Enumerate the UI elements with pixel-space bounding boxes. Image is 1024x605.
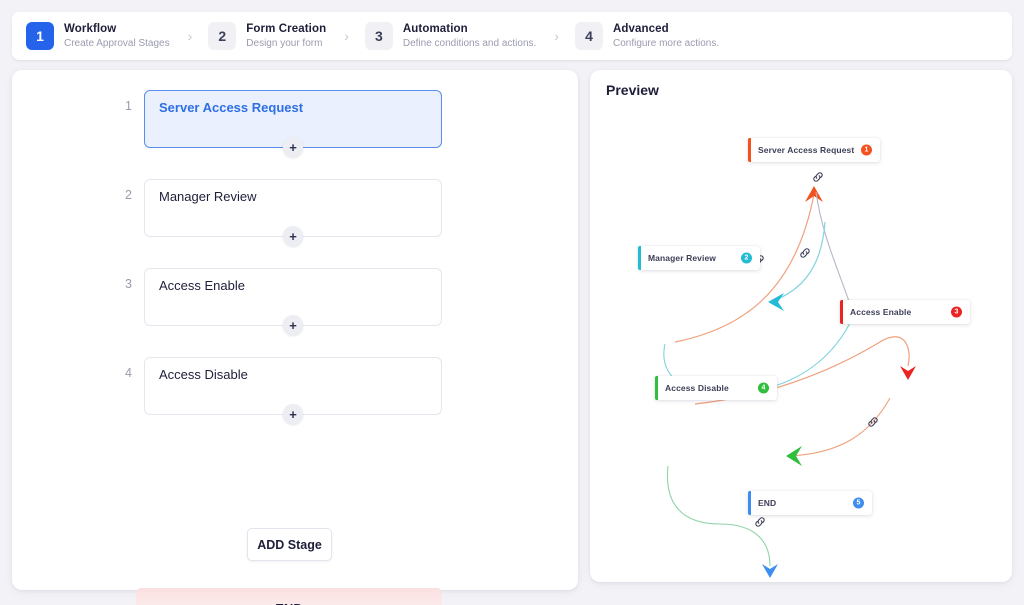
node-badge: 2 [741,253,752,264]
node-label: Server Access Request [758,145,854,155]
node-badge: 4 [758,383,769,394]
preview-node-manager-review[interactable]: Manager Review 2 [638,246,760,270]
node-label: END [758,498,776,508]
step-separator-icon: › [188,28,193,44]
stage-card-access-enable[interactable]: Access Enable + [144,268,442,326]
stage-name: Access Disable [159,367,427,382]
step-advanced[interactable]: 4 Advanced Configure more actions. [575,22,719,50]
stage-row[interactable]: 2 Manager Review + [112,179,442,237]
step-sub-form-creation: Design your form [246,38,326,50]
link-icon[interactable] [753,515,767,529]
stage-row[interactable]: 1 Server Access Request + [112,90,442,148]
step-badge-3: 3 [365,22,393,50]
step-title-form-creation: Form Creation [246,23,326,36]
stage-number: 4 [112,366,132,380]
add-stage-below-icon[interactable]: + [283,137,303,157]
node-badge: 1 [861,145,872,156]
link-icon[interactable] [866,415,880,429]
stage-row[interactable]: 3 Access Enable + [112,268,442,326]
node-badge: 5 [853,498,864,509]
add-stage-below-icon[interactable]: + [283,315,303,335]
step-sub-automation: Define conditions and actions. [403,38,536,50]
stage-editor-panel: 1 Server Access Request + 2 Manager Revi… [12,70,578,590]
node-label: Access Disable [665,383,729,393]
step-title-advanced: Advanced [613,23,719,36]
preview-node-end[interactable]: END 5 [748,491,872,515]
workflow-preview-canvas[interactable]: Server Access Request 1 Manager Review 2… [590,104,1012,582]
preview-node-access-disable[interactable]: Access Disable 4 [655,376,777,400]
step-badge-4: 4 [575,22,603,50]
preview-panel: Preview [590,70,1012,582]
link-icon[interactable] [798,246,812,260]
node-badge: 3 [951,307,962,318]
node-accent-bar [655,376,658,400]
step-form-creation[interactable]: 2 Form Creation Design your form [208,22,326,50]
node-accent-bar [748,491,751,515]
add-stage-below-icon[interactable]: + [283,404,303,424]
preview-node-server-access-request[interactable]: Server Access Request 1 [748,138,880,162]
stage-row[interactable]: 4 Access Disable + [112,357,442,415]
step-badge-2: 2 [208,22,236,50]
workflow-stepper: 1 Workflow Create Approval Stages › 2 Fo… [12,12,1012,60]
stage-name: Access Enable [159,278,427,293]
node-label: Manager Review [648,253,716,263]
stage-name: Manager Review [159,189,427,204]
step-workflow[interactable]: 1 Workflow Create Approval Stages [26,22,170,50]
add-stage-button[interactable]: ADD Stage [247,528,332,561]
step-automation[interactable]: 3 Automation Define conditions and actio… [365,22,536,50]
step-separator-icon: › [554,28,559,44]
stage-name: Server Access Request [159,100,427,115]
end-stage-bar: END [136,588,442,605]
node-accent-bar [638,246,641,270]
stage-number: 3 [112,277,132,291]
node-accent-bar [840,300,843,324]
preview-node-access-enable[interactable]: Access Enable 3 [840,300,970,324]
step-separator-icon: › [344,28,349,44]
step-title-workflow: Workflow [64,23,170,36]
node-label: Access Enable [850,307,911,317]
stage-number: 1 [112,99,132,113]
step-sub-advanced: Configure more actions. [613,38,719,50]
stage-card-manager-review[interactable]: Manager Review + [144,179,442,237]
step-badge-1: 1 [26,22,54,50]
stage-card-server-access-request[interactable]: Server Access Request + [144,90,442,148]
stage-number: 2 [112,188,132,202]
stage-card-access-disable[interactable]: Access Disable + [144,357,442,415]
step-title-automation: Automation [403,23,536,36]
preview-title: Preview [606,82,659,98]
link-icon[interactable] [811,170,825,184]
node-accent-bar [748,138,751,162]
add-stage-below-icon[interactable]: + [283,226,303,246]
step-sub-workflow: Create Approval Stages [64,38,170,50]
